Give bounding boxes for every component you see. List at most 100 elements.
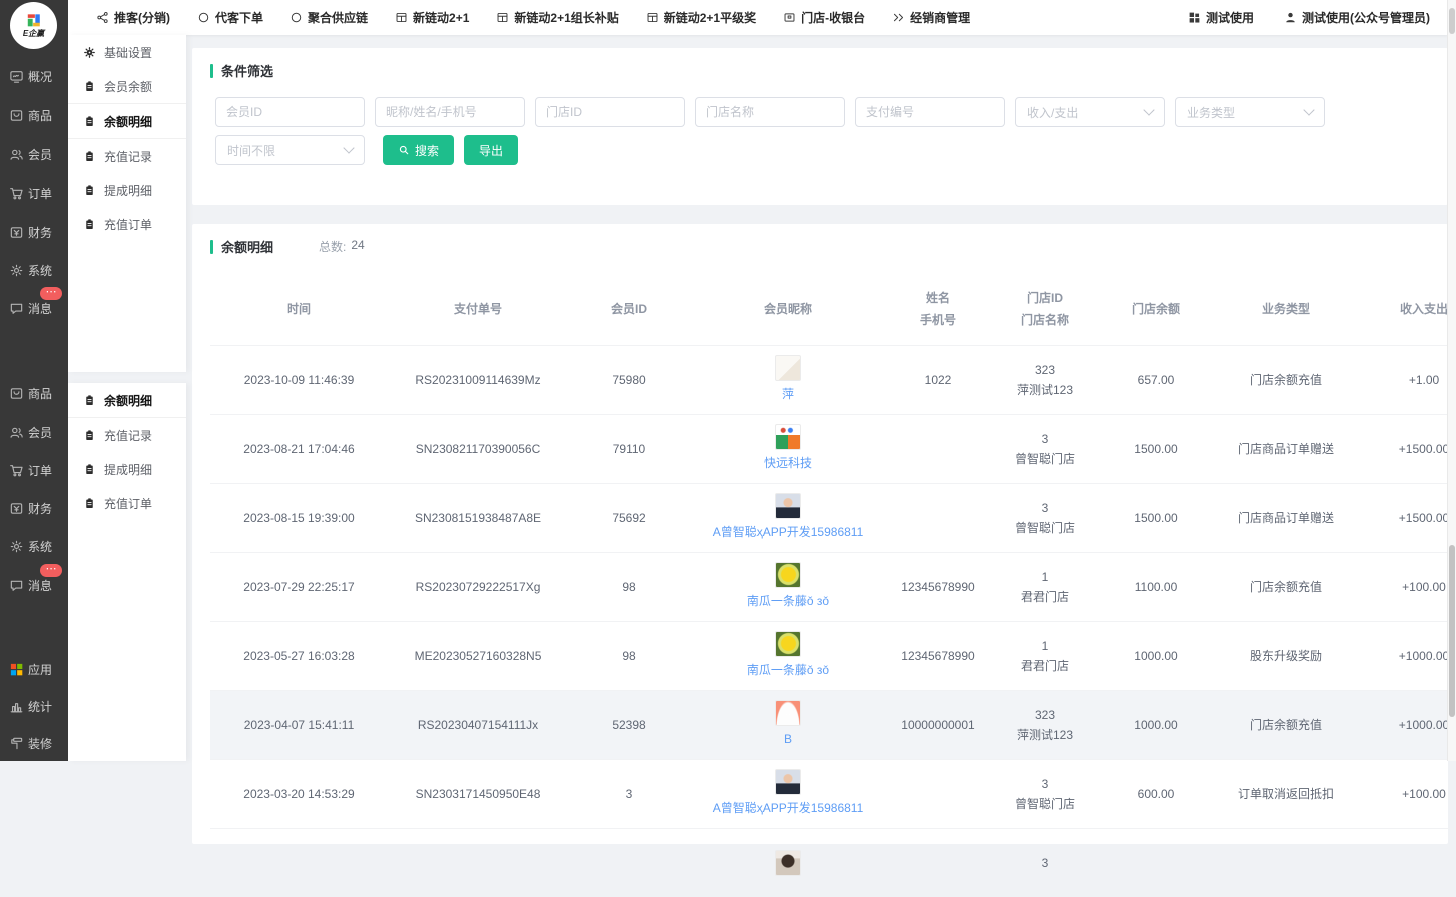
sidebar-item-order[interactable]: 订单	[0, 181, 68, 205]
member-avatar	[775, 850, 801, 876]
submenu-item-balance-detail[interactable]: 余额明细	[68, 103, 186, 139]
submenu-item-balance-detail-2[interactable]: 余额明细	[68, 383, 186, 418]
submenu-item-label: 提成明细	[104, 182, 152, 199]
row-name-phone: 1022	[886, 346, 990, 415]
table-row: 2023-04-07 15:41:11RS20230407154111Jx523…	[210, 691, 1456, 760]
nav-item-liandong-pingji[interactable]: 新链动2+1平级奖	[646, 9, 756, 26]
sidebar-item-member-2[interactable]: 会员	[0, 420, 68, 444]
nav-item-jingxiaoshang[interactable]: 经销商管理	[892, 9, 970, 26]
list-icon	[83, 394, 96, 407]
submenu-item-recharge-record-2[interactable]: 充值记录	[68, 418, 186, 452]
member-nickname-link[interactable]: 南瓜一条藤ǒ зǒ	[690, 591, 886, 611]
sidebar-item-overview[interactable]: 概况	[0, 64, 68, 88]
sidebar-item-system[interactable]: 系统	[0, 258, 68, 282]
list-icon	[83, 150, 96, 163]
nav-item-daike[interactable]: 代客下单	[197, 9, 263, 26]
member-id-input[interactable]	[215, 97, 365, 127]
filter-row-2-fields: 时间不限	[215, 135, 365, 165]
export-button[interactable]: 导出	[464, 135, 518, 165]
submenu-item-recharge-order[interactable]: 充值订单	[68, 207, 186, 241]
nickname-input[interactable]	[375, 97, 525, 127]
sidebar-item-message-2[interactable]: 消息	[0, 573, 68, 597]
nav-workspace[interactable]: 测试使用	[1188, 9, 1254, 26]
frame-icon	[646, 11, 659, 24]
table-row: 2023-10-09 11:46:39RS20231009114639Mz759…	[210, 346, 1456, 415]
member-nickname-link[interactable]: B	[690, 729, 886, 749]
row-time: 2023-08-21 17:04:46	[210, 415, 388, 484]
primary-sidebar: E企赢 概况商品会员订单财务系统消息商品会员订单财务系统消息应用统计装修	[0, 0, 68, 761]
search-button[interactable]: 搜索	[383, 135, 454, 165]
sidebar-item-finance-2[interactable]: 财务	[0, 496, 68, 520]
member-nickname-link[interactable]: 萍	[690, 384, 886, 404]
nav-item-juhe[interactable]: 聚合供应链	[290, 9, 368, 26]
submenu-item-recharge-order-2[interactable]: 充值订单	[68, 486, 186, 520]
sidebar-item-finance[interactable]: 财务	[0, 220, 68, 244]
member-nickname-link[interactable]: 快远科技	[690, 453, 886, 473]
row-name-phone	[886, 484, 990, 553]
sidebar-item-order-2[interactable]: 订单	[0, 458, 68, 482]
row-store-id: 3	[990, 429, 1100, 449]
time-range-select[interactable]: 时间不限	[215, 135, 365, 165]
list-icon	[83, 497, 96, 510]
member-nickname-link[interactable]: A曾智聪ҳAPP开发15986811	[690, 522, 886, 542]
chat-icon	[9, 578, 24, 593]
app-logo: E企赢	[10, 2, 57, 49]
submenu-item-commission-detail-2[interactable]: 提成明细	[68, 452, 186, 486]
sidebar-item-goods-2[interactable]: 商品	[0, 381, 68, 405]
nav-item-shouyintai[interactable]: 门店-收银台	[783, 9, 865, 26]
submenu-item-member-balance[interactable]: 会员余额	[68, 69, 186, 103]
sidebar-item-system-2[interactable]: 系统	[0, 534, 68, 558]
dealer-icon	[892, 11, 905, 24]
member-nickname-link[interactable]: 南瓜一条藤ǒ зǒ	[690, 660, 886, 680]
submenu-item-commission-detail[interactable]: 提成明细	[68, 173, 186, 207]
table-title: 余额明细	[221, 237, 273, 256]
row-store-balance: 600.00	[1100, 760, 1212, 829]
list-icon	[83, 115, 96, 128]
row-name-phone: 12345678990	[886, 622, 990, 691]
submenu-item-basic-settings[interactable]: 基础设置	[68, 35, 186, 69]
sidebar-item-label: 订单	[28, 462, 52, 479]
list-icon	[83, 463, 96, 476]
column-header-8: 业务类型	[1212, 274, 1360, 346]
nav-item-label: 新链动2+1	[413, 9, 469, 26]
member-nickname-link[interactable]: A曾智聪ҳAPP开发15986811	[690, 798, 886, 818]
page-scrollbar[interactable]	[1447, 0, 1456, 761]
member-avatar	[775, 355, 801, 381]
row-store-cell: 3曾智聪门店	[990, 415, 1100, 484]
biz-type-select[interactable]: 业务类型	[1175, 97, 1325, 127]
sidebar-item-label: 应用	[28, 661, 52, 678]
sidebar-item-label: 装修	[28, 735, 52, 752]
nav-item-tuike[interactable]: 推客(分销)	[96, 9, 170, 26]
store-id-input[interactable]	[535, 97, 685, 127]
submenu-item-recharge-record[interactable]: 充值记录	[68, 139, 186, 173]
nav-item-liandong-butie[interactable]: 新链动2+1组长补贴	[496, 9, 618, 26]
app-color-icon	[9, 662, 24, 677]
scrollbar-thumb-top[interactable]	[1449, 8, 1455, 34]
sidebar-item-message[interactable]: 消息	[0, 296, 68, 320]
top-nav-right: 测试使用 测试使用(公众号管理员)	[1188, 9, 1430, 26]
row-amount	[1360, 829, 1456, 897]
scrollbar-thumb[interactable]	[1449, 545, 1455, 717]
sidebar-item-member[interactable]: 会员	[0, 142, 68, 166]
nav-account[interactable]: 测试使用(公众号管理员)	[1284, 9, 1430, 26]
sidebar-item-decorate[interactable]: 装修	[0, 731, 68, 755]
nav-workspace-label: 测试使用	[1206, 9, 1254, 26]
sidebar-item-goods[interactable]: 商品	[0, 103, 68, 127]
row-member-id	[568, 829, 690, 897]
store-name-input[interactable]	[695, 97, 845, 127]
row-time: 2023-08-15 19:39:00	[210, 484, 388, 553]
sidebar-item-apps[interactable]: 应用	[0, 657, 68, 681]
nav-item-liandong[interactable]: 新链动2+1	[395, 9, 469, 26]
nav-item-label: 新链动2+1组长补贴	[514, 9, 618, 26]
nav-account-label: 测试使用(公众号管理员)	[1302, 9, 1430, 26]
table-row: 2023-08-15 19:39:00SN2308151938487A8E756…	[210, 484, 1456, 553]
row-nickname-cell: 快远科技	[690, 415, 886, 484]
frame-icon	[496, 11, 509, 24]
income-expense-select[interactable]: 收入/支出	[1015, 97, 1165, 127]
sidebar-item-label: 商品	[28, 385, 52, 402]
unread-badge	[40, 564, 62, 577]
row-store-id: 323	[990, 360, 1100, 380]
pay-no-input[interactable]	[855, 97, 1005, 127]
row-biz-type: 订单取消返回抵扣	[1212, 760, 1360, 829]
sidebar-item-stats[interactable]: 统计	[0, 694, 68, 718]
